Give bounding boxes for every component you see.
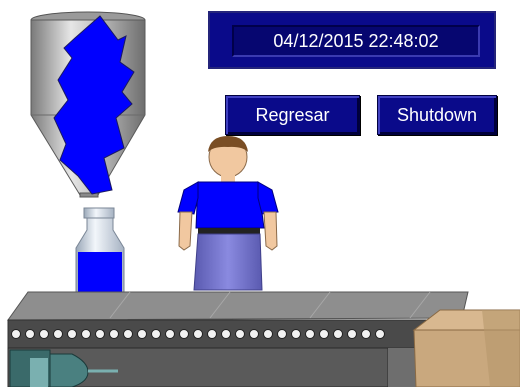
back-button[interactable]: Regresar (225, 95, 360, 135)
cardboard-box (412, 309, 520, 387)
datetime-panel: 04/12/2015 22:48:02 (208, 11, 496, 69)
datetime-display: 04/12/2015 22:48:02 (232, 25, 480, 57)
hopper (30, 11, 146, 198)
shutdown-button[interactable]: Shutdown (377, 95, 497, 135)
operator-figure (177, 136, 279, 291)
